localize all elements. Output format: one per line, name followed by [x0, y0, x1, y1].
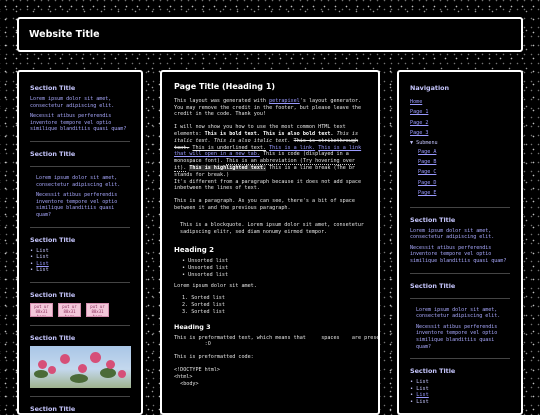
page-title: Page Title (Heading 1) — [174, 82, 276, 91]
sorted-list: 1. Sorted list 2. Sorted list 3. Sorted … — [174, 295, 366, 315]
right-section-title-1: Section Title — [410, 215, 456, 224]
list-item: Unsorted list — [182, 265, 366, 272]
divider — [30, 226, 130, 228]
button-88x31[interactable]: put ur 88x31 here — [86, 302, 109, 317]
left-section-text: Necessit atibus perferendis inventore te… — [36, 192, 118, 218]
list-item-link[interactable]: List — [30, 261, 130, 268]
nav-link-page-e[interactable]: Page E — [410, 188, 510, 198]
nav-link-home[interactable]: Home — [410, 97, 510, 107]
code-line: <!DOCTYPE html> — [174, 366, 221, 373]
preformatted-text: This is preformatted text, which means t… — [174, 334, 380, 348]
list-item: 1. Sorted list — [182, 295, 225, 302]
left-section-text: Necessit atibus perferendis inventore te… — [30, 113, 127, 133]
nav-link-page-a[interactable]: Page A — [410, 147, 510, 157]
navigation-title: Navigation — [410, 84, 450, 92]
heading-3: Heading 3 — [174, 322, 211, 331]
navigation-menu: Home Page 1 Page 2 Page 3 ▼ Submenu Page… — [410, 97, 510, 199]
list-item-link[interactable]: List — [410, 392, 510, 399]
unsorted-list: Unsorted list Unsorted list Unsorted lis… — [174, 258, 366, 278]
divider — [410, 297, 510, 299]
right-section-text: Necessit atibus perferendis inventore te… — [410, 244, 507, 265]
left-section-title-4: Section Title — [30, 290, 76, 299]
right-section-text: Lorem ipsum dolor sit amet, consectetur … — [410, 227, 495, 241]
list-item: 3. Sorted list — [182, 308, 225, 315]
intro-paragraph: This layout was generated with petrapixe… — [174, 97, 362, 118]
button-88x31[interactable]: put ur 88x31 here — [58, 302, 81, 317]
list-item: List — [410, 386, 510, 393]
left-sidebar: Section Title Lorem ipsum dolor sit amet… — [17, 70, 143, 415]
divider — [410, 206, 510, 208]
left-section-text: Lorem ipsum dolor sit amet, consectetur … — [30, 96, 115, 109]
heading-2: Heading 2 — [174, 246, 215, 255]
paragraph: Lorem ipsum dolor sit amet. — [174, 282, 257, 289]
divider — [410, 358, 510, 360]
nav-link-page-d[interactable]: Page D — [410, 178, 510, 188]
list-item: 2. Sorted list — [182, 302, 225, 309]
divider — [30, 281, 130, 283]
list-item: List — [30, 267, 130, 274]
site-title: Website Title — [29, 29, 100, 40]
nav-link-page-2[interactable]: Page 2 — [410, 118, 510, 128]
right-list: List List List List — [410, 379, 510, 405]
code-line: <body> — [174, 380, 199, 387]
left-section-title-5: Section Title — [30, 333, 76, 342]
right-section-text: Necessit atibus perferendis inventore te… — [416, 323, 498, 350]
nav-link-page-b[interactable]: Page B — [410, 157, 510, 167]
right-section-text: Lorem ipsum dolor sit amet, consectetur … — [416, 306, 501, 320]
left-section-title-1: Section Title — [30, 84, 76, 92]
code-line: <html> — [174, 373, 193, 380]
nav-link-page-3[interactable]: Page 3 — [410, 128, 510, 138]
divider — [410, 272, 510, 274]
site-header: Website Title — [17, 17, 523, 52]
blockquote: This is a blockquote. Lorem ipsum dolor … — [180, 221, 365, 235]
button-88x31[interactable]: put ur 88x31 here — [30, 302, 53, 317]
submenu-toggle[interactable]: ▼ Submenu — [410, 139, 510, 147]
right-section-title-2: Section Title — [410, 281, 456, 290]
credit-link[interactable]: petrapixel — [269, 98, 300, 104]
flower-image — [30, 345, 131, 388]
paragraph: This is preformatted code: — [174, 354, 254, 361]
divider — [30, 165, 130, 167]
left-list: List List List List — [30, 248, 130, 274]
text-link[interactable]: This is a link. — [269, 145, 315, 151]
left-section-title-3: Section Title — [30, 235, 76, 244]
list-item: Unsorted list — [182, 272, 366, 279]
list-item: Unsorted list — [182, 258, 366, 265]
left-section-title-2: Section Title — [30, 149, 76, 158]
elements-paragraph: I will now show you how to use the most … — [174, 124, 362, 192]
submenu: Page A Page B Page C Page D Page E — [410, 147, 510, 199]
list-item: List — [30, 248, 130, 255]
nav-link-page-1[interactable]: Page 1 — [410, 107, 510, 117]
nav-link-page-c[interactable]: Page C — [410, 167, 510, 177]
divider — [30, 395, 130, 397]
right-sidebar: Navigation Home Page 1 Page 2 Page 3 ▼ S… — [397, 70, 523, 415]
left-section-title-6: Section Title — [30, 404, 76, 413]
left-section-text: Lorem ipsum dolor sit amet, consectetur … — [36, 174, 121, 188]
right-section-title-3: Section Title — [410, 367, 456, 376]
divider — [30, 140, 130, 142]
main-content: Page Title (Heading 1) This layout was g… — [160, 70, 380, 415]
paragraph: This is a paragraph. As you can see, the… — [174, 198, 355, 211]
divider — [30, 324, 130, 326]
list-item: List — [410, 379, 510, 386]
list-item: List — [30, 254, 130, 261]
button-88x31-row: put ur 88x31 here put ur 88x31 here put … — [30, 302, 130, 317]
